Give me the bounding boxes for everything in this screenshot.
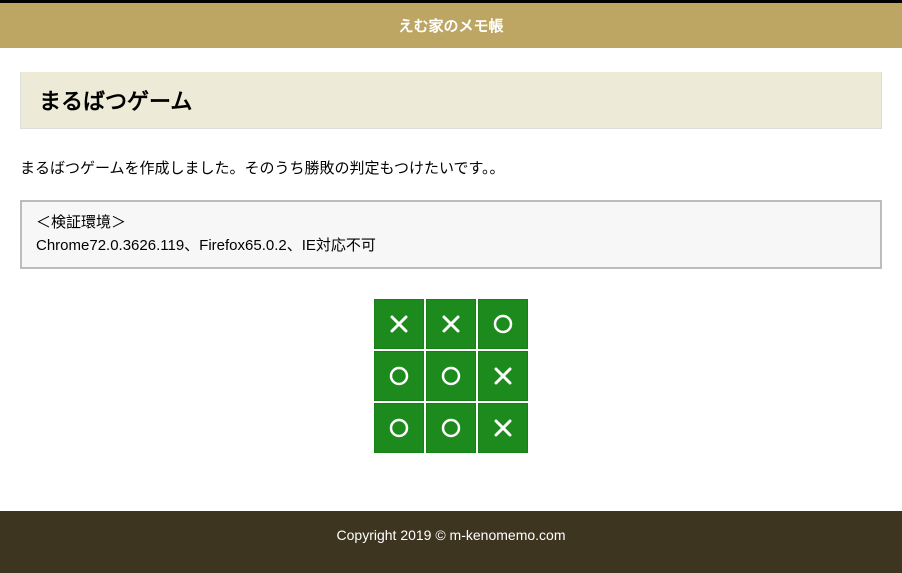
cell-0-2[interactable] bbox=[478, 299, 528, 349]
page-description: まるばつゲームを作成しました。そのうち勝敗の判定もつけたいです。。 bbox=[20, 157, 882, 178]
game-board bbox=[20, 299, 882, 453]
page-title: まるばつゲーム bbox=[20, 72, 882, 129]
cell-1-2[interactable] bbox=[478, 351, 528, 401]
environment-text: Chrome72.0.3626.119、Firefox65.0.2、IE対応不可 bbox=[36, 235, 866, 258]
o-mark-icon bbox=[387, 364, 411, 388]
x-mark-icon bbox=[492, 365, 514, 387]
cell-1-0[interactable] bbox=[374, 351, 424, 401]
o-mark-icon bbox=[387, 416, 411, 440]
cell-2-2[interactable] bbox=[478, 403, 528, 453]
site-footer: Copyright 2019 © m-kenomemo.com bbox=[0, 511, 902, 573]
x-mark-icon bbox=[440, 313, 462, 335]
cell-1-1[interactable] bbox=[426, 351, 476, 401]
environment-heading: ＜検証環境＞ bbox=[36, 212, 866, 235]
site-header: えむ家のメモ帳 bbox=[0, 3, 902, 48]
cell-0-1[interactable] bbox=[426, 299, 476, 349]
cell-2-0[interactable] bbox=[374, 403, 424, 453]
cell-2-1[interactable] bbox=[426, 403, 476, 453]
environment-box: ＜検証環境＞ Chrome72.0.3626.119、Firefox65.0.2… bbox=[20, 200, 882, 269]
site-title: えむ家のメモ帳 bbox=[398, 18, 503, 35]
main-content: まるばつゲーム まるばつゲームを作成しました。そのうち勝敗の判定もつけたいです。… bbox=[0, 48, 902, 481]
x-mark-icon bbox=[492, 417, 514, 439]
o-mark-icon bbox=[439, 416, 463, 440]
cell-0-0[interactable] bbox=[374, 299, 424, 349]
x-mark-icon bbox=[388, 313, 410, 335]
copyright: Copyright 2019 © m-kenomemo.com bbox=[337, 527, 566, 543]
o-mark-icon bbox=[439, 364, 463, 388]
o-mark-icon bbox=[491, 312, 515, 336]
